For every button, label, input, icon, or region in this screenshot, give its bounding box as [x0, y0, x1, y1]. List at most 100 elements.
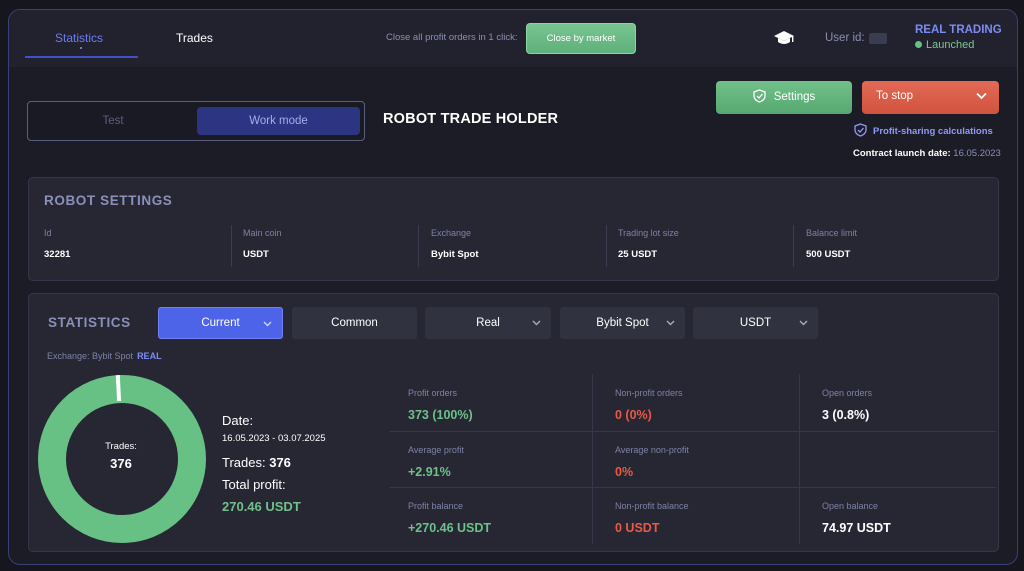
chevron-down-icon	[799, 320, 808, 326]
setting-label: Id	[44, 228, 52, 238]
metric-value: 74.97 USDT	[822, 521, 891, 535]
filter-type-select[interactable]: Real	[425, 307, 551, 339]
summary-date-label: Date:	[222, 413, 254, 428]
shield-check-icon	[854, 123, 867, 137]
summary-profit-value: 270.46 USDT	[222, 499, 301, 514]
chevron-down-icon	[666, 320, 675, 326]
grid-divider	[799, 374, 800, 544]
metric-average-profit: Average profit +2.91%	[389, 431, 592, 487]
summary-trades: Trades: 376	[222, 455, 291, 470]
contract-date-label: Contract launch date:	[853, 148, 951, 159]
metric-label: Profit balance	[408, 501, 464, 511]
setting-label: Main coin	[243, 228, 282, 238]
robot-title: ROBOT TRADE HOLDER	[383, 111, 559, 127]
grid-divider	[592, 374, 593, 544]
profit-sharing-label: Profit-sharing calculations	[873, 126, 993, 137]
tab-active-underline	[25, 56, 138, 58]
robot-settings-panel: ROBOT SETTINGS Id 32281 Main coin USDT E…	[28, 177, 999, 281]
metric-label: Average non-profit	[615, 445, 689, 455]
setting-value: 32281	[44, 249, 71, 260]
setting-main-coin: Main coin USDT	[243, 225, 419, 267]
metric-nonprofit-orders: Non-profit orders 0 (0%)	[596, 374, 799, 430]
metric-open-balance: Open balance 74.97 USDT	[803, 487, 1006, 543]
setting-value: USDT	[243, 249, 269, 260]
donut-center-value: 376	[110, 456, 132, 471]
statistics-panel: STATISTICS Current Common Real Bybit Spo…	[28, 293, 999, 552]
summary-date-range: 16.05.2023 - 03.07.2025	[222, 433, 326, 444]
metric-label: Open balance	[822, 501, 879, 511]
stop-button[interactable]: To stop	[862, 81, 999, 114]
settings-button-label: Settings	[773, 91, 816, 103]
filter-period-select[interactable]: Current	[158, 307, 283, 339]
contract-date-value: 16.05.2023	[953, 148, 1001, 159]
metrics-grid: Profit orders 373 (100%) Non-profit orde…	[389, 374, 996, 544]
metric-value: +2.91%	[408, 465, 451, 479]
summary-trades-value: 376	[269, 455, 291, 470]
setting-value: 25 USDT	[618, 249, 658, 260]
filter-coin-value: USDT	[739, 317, 772, 329]
status-badge: Launched	[915, 39, 974, 51]
mode-switch: Test Work mode	[27, 101, 365, 141]
filter-exchange-select[interactable]: Bybit Spot	[560, 307, 685, 339]
donut-center-label: Trades:	[105, 441, 137, 452]
metric-label: Non-profit orders	[615, 388, 683, 398]
settings-button[interactable]: Settings	[716, 81, 852, 114]
metric-value: 373 (100%)	[408, 408, 473, 422]
exchange-info: Exchange: Bybit Spot REAL	[47, 351, 162, 361]
stop-button-label: To stop	[876, 90, 914, 102]
setting-exchange: Exchange Bybit Spot	[431, 225, 607, 267]
metric-value: 0 (0%)	[615, 408, 652, 422]
user-id-value-hidden	[869, 33, 887, 44]
filter-type-value: Real	[476, 317, 500, 329]
metric-label: Average profit	[408, 445, 464, 455]
tab-active-dot	[80, 47, 82, 49]
close-all-hint: Close all profit orders in 1 click:	[386, 32, 518, 43]
statistics-title: STATISTICS	[48, 315, 131, 330]
filter-coin-select[interactable]: USDT	[693, 307, 818, 339]
graduation-cap-icon[interactable]	[774, 29, 794, 47]
status-text: Launched	[926, 39, 975, 51]
mode-test-button[interactable]: Test	[28, 102, 198, 140]
metric-profit-balance: Profit balance +270.46 USDT	[389, 487, 592, 543]
filter-scope-button[interactable]: Common	[292, 307, 417, 339]
filter-period-value: Current	[201, 317, 240, 329]
setting-id: Id 32281	[44, 225, 232, 267]
robot-window: Statistics Trades Close all profit order…	[8, 9, 1018, 565]
donut-marker	[115, 375, 122, 402]
status-dot-icon	[915, 41, 922, 48]
user-id-label: User id:	[825, 32, 865, 44]
mode-work-button[interactable]: Work mode	[197, 107, 360, 135]
contract-launch-date: Contract launch date: 16.05.2023	[853, 148, 1001, 159]
setting-label: Trading lot size	[618, 228, 679, 238]
robot-settings-title: ROBOT SETTINGS	[44, 193, 173, 208]
metric-value: +270.46 USDT	[408, 521, 492, 535]
profit-sharing-link[interactable]: Profit-sharing calculations	[854, 123, 993, 137]
summary-trades-label: Trades:	[222, 455, 266, 470]
metric-open-orders: Open orders 3 (0.8%)	[803, 374, 1006, 430]
metric-profit-orders: Profit orders 373 (100%)	[389, 374, 592, 430]
tab-statistics[interactable]: Statistics	[55, 31, 103, 45]
metric-nonprofit-balance: Non-profit balance 0 USDT	[596, 487, 799, 543]
top-bar: Statistics Trades Close all profit order…	[9, 10, 1017, 67]
metric-value: 0 USDT	[615, 521, 660, 535]
setting-label: Exchange	[431, 228, 472, 238]
metric-label: Non-profit balance	[615, 501, 689, 511]
metric-label: Open orders	[822, 388, 873, 398]
chevron-down-icon	[532, 320, 541, 326]
setting-label: Balance limit	[806, 228, 858, 238]
trading-mode-title: REAL TRADING	[915, 24, 1002, 36]
metric-label: Profit orders	[408, 388, 458, 398]
shield-check-icon	[753, 89, 766, 103]
setting-balance-limit: Balance limit 500 USDT	[806, 225, 976, 267]
setting-value: 500 USDT	[806, 249, 851, 260]
close-by-market-button[interactable]: Close by market	[526, 23, 636, 54]
chevron-down-icon	[263, 321, 272, 327]
setting-lot-size: Trading lot size 25 USDT	[618, 225, 794, 267]
exchange-info-text: Exchange: Bybit Spot	[47, 351, 134, 361]
summary-profit-label: Total profit:	[222, 477, 286, 492]
exchange-mode-badge: REAL	[137, 351, 162, 361]
metric-value: 3 (0.8%)	[822, 408, 870, 422]
metric-average-nonprofit: Average non-profit 0%	[596, 431, 799, 487]
tab-trades[interactable]: Trades	[176, 31, 213, 45]
setting-value: Bybit Spot	[431, 249, 479, 260]
